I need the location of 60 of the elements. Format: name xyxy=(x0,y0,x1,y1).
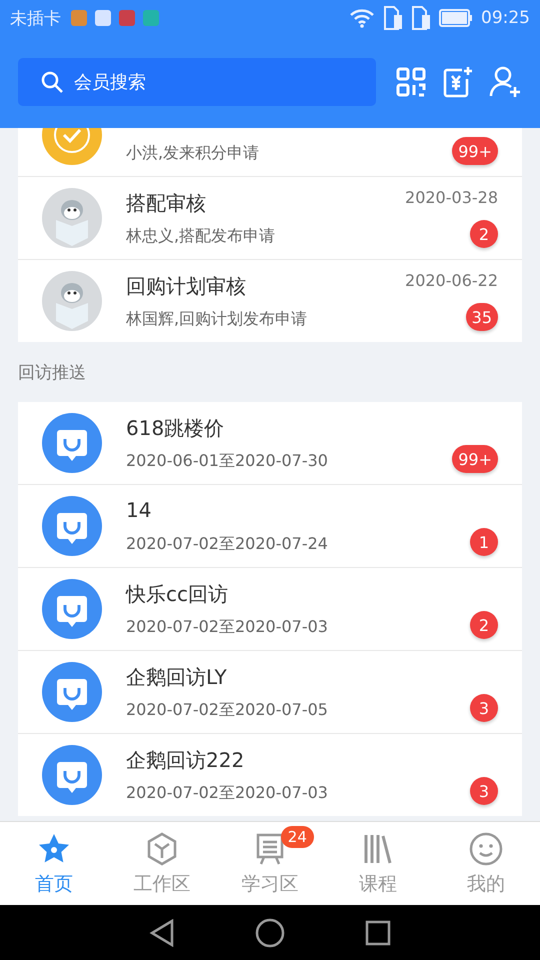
item-subtitle: 林忠义,搭配发布申请 xyxy=(126,226,276,246)
item-title: 搭配审核 xyxy=(126,190,207,216)
count-badge: 3 xyxy=(470,777,498,805)
count-badge: 2 xyxy=(470,611,498,639)
item-subtitle: 2020-06-01至2020-07-30 xyxy=(126,450,329,472)
count-badge: 3 xyxy=(470,694,498,722)
item-subtitle: 2020-07-02至2020-07-03 xyxy=(126,616,329,638)
count-badge: 35 xyxy=(466,303,498,331)
item-title: 快乐cc回访 xyxy=(126,580,229,606)
penguin-avatar-icon xyxy=(42,188,102,248)
sim-card-icon xyxy=(383,6,403,30)
battery-icon xyxy=(439,9,473,27)
penguin-avatar-icon xyxy=(42,271,102,331)
back-icon[interactable] xyxy=(149,918,175,946)
list-item[interactable]: 14 2020-07-02至2020-07-24 1 xyxy=(18,484,522,567)
search-field[interactable]: 会员搜索 xyxy=(18,58,376,106)
carrier-text: 未插卡 xyxy=(10,8,61,30)
app-notification-icon xyxy=(119,10,135,26)
search-icon xyxy=(40,70,64,94)
count-badge: 99+ xyxy=(452,445,498,473)
list-item[interactable]: 搭配审核 林忠义,搭配发布申请 2020-03-28 2 xyxy=(18,176,522,259)
wifi-icon xyxy=(349,8,375,28)
item-subtitle: 2020-07-02至2020-07-24 xyxy=(126,534,329,554)
app-notification-icon xyxy=(95,10,111,26)
list-item[interactable]: 小洪,发来积分申请 99+ xyxy=(18,128,522,176)
section-title: 回访推送 xyxy=(18,362,86,384)
sim-card-icon xyxy=(411,6,431,30)
add-user-icon[interactable] xyxy=(488,65,522,99)
count-badge: 2 xyxy=(470,220,498,248)
item-subtitle: 小洪,发来积分申请 xyxy=(126,142,260,164)
chat-bubble-icon xyxy=(42,579,102,639)
clock-text: 09:25 xyxy=(481,8,530,28)
list-item[interactable]: 618跳楼价 2020-06-01至2020-07-30 99+ xyxy=(18,402,522,484)
list-item[interactable]: 回购计划审核 林国辉,回购计划发布申请 2020-06-22 35 xyxy=(18,259,522,342)
chat-bubble-icon xyxy=(42,496,102,556)
item-date: 2020-03-28 xyxy=(405,188,498,207)
list-item[interactable]: 企鹅回访LY 2020-07-02至2020-07-05 3 xyxy=(18,650,522,733)
home-icon[interactable] xyxy=(255,918,285,948)
item-title: 14 xyxy=(126,498,152,524)
list-item[interactable]: 快乐cc回访 2020-07-02至2020-07-03 2 xyxy=(18,567,522,650)
item-title: 618跳楼价 xyxy=(126,414,226,440)
app-notification-icon xyxy=(71,10,87,26)
item-title: 回购计划审核 xyxy=(126,272,247,298)
recents-icon[interactable] xyxy=(365,920,391,946)
count-badge: 1 xyxy=(470,528,498,556)
chat-bubble-icon xyxy=(42,662,102,722)
count-badge: 24 xyxy=(280,826,314,848)
item-subtitle: 林国辉,回购计划发布申请 xyxy=(126,308,308,330)
item-title: 企鹅回访LY xyxy=(126,664,228,690)
count-badge: 99+ xyxy=(452,137,498,165)
item-subtitle: 2020-07-02至2020-07-03 xyxy=(126,782,329,804)
item-subtitle: 2020-07-02至2020-07-05 xyxy=(126,700,329,720)
smiley-icon xyxy=(468,830,504,866)
chat-bubble-icon xyxy=(42,413,102,473)
list-item[interactable]: 企鹅回访222 2020-07-02至2020-07-03 3 xyxy=(18,733,522,816)
app-notification-icon xyxy=(143,10,159,26)
qr-code-icon[interactable] xyxy=(396,67,426,97)
item-date: 2020-06-22 xyxy=(405,271,498,290)
item-title: 企鹅回访222 xyxy=(126,746,246,772)
chat-bubble-icon xyxy=(42,745,102,805)
